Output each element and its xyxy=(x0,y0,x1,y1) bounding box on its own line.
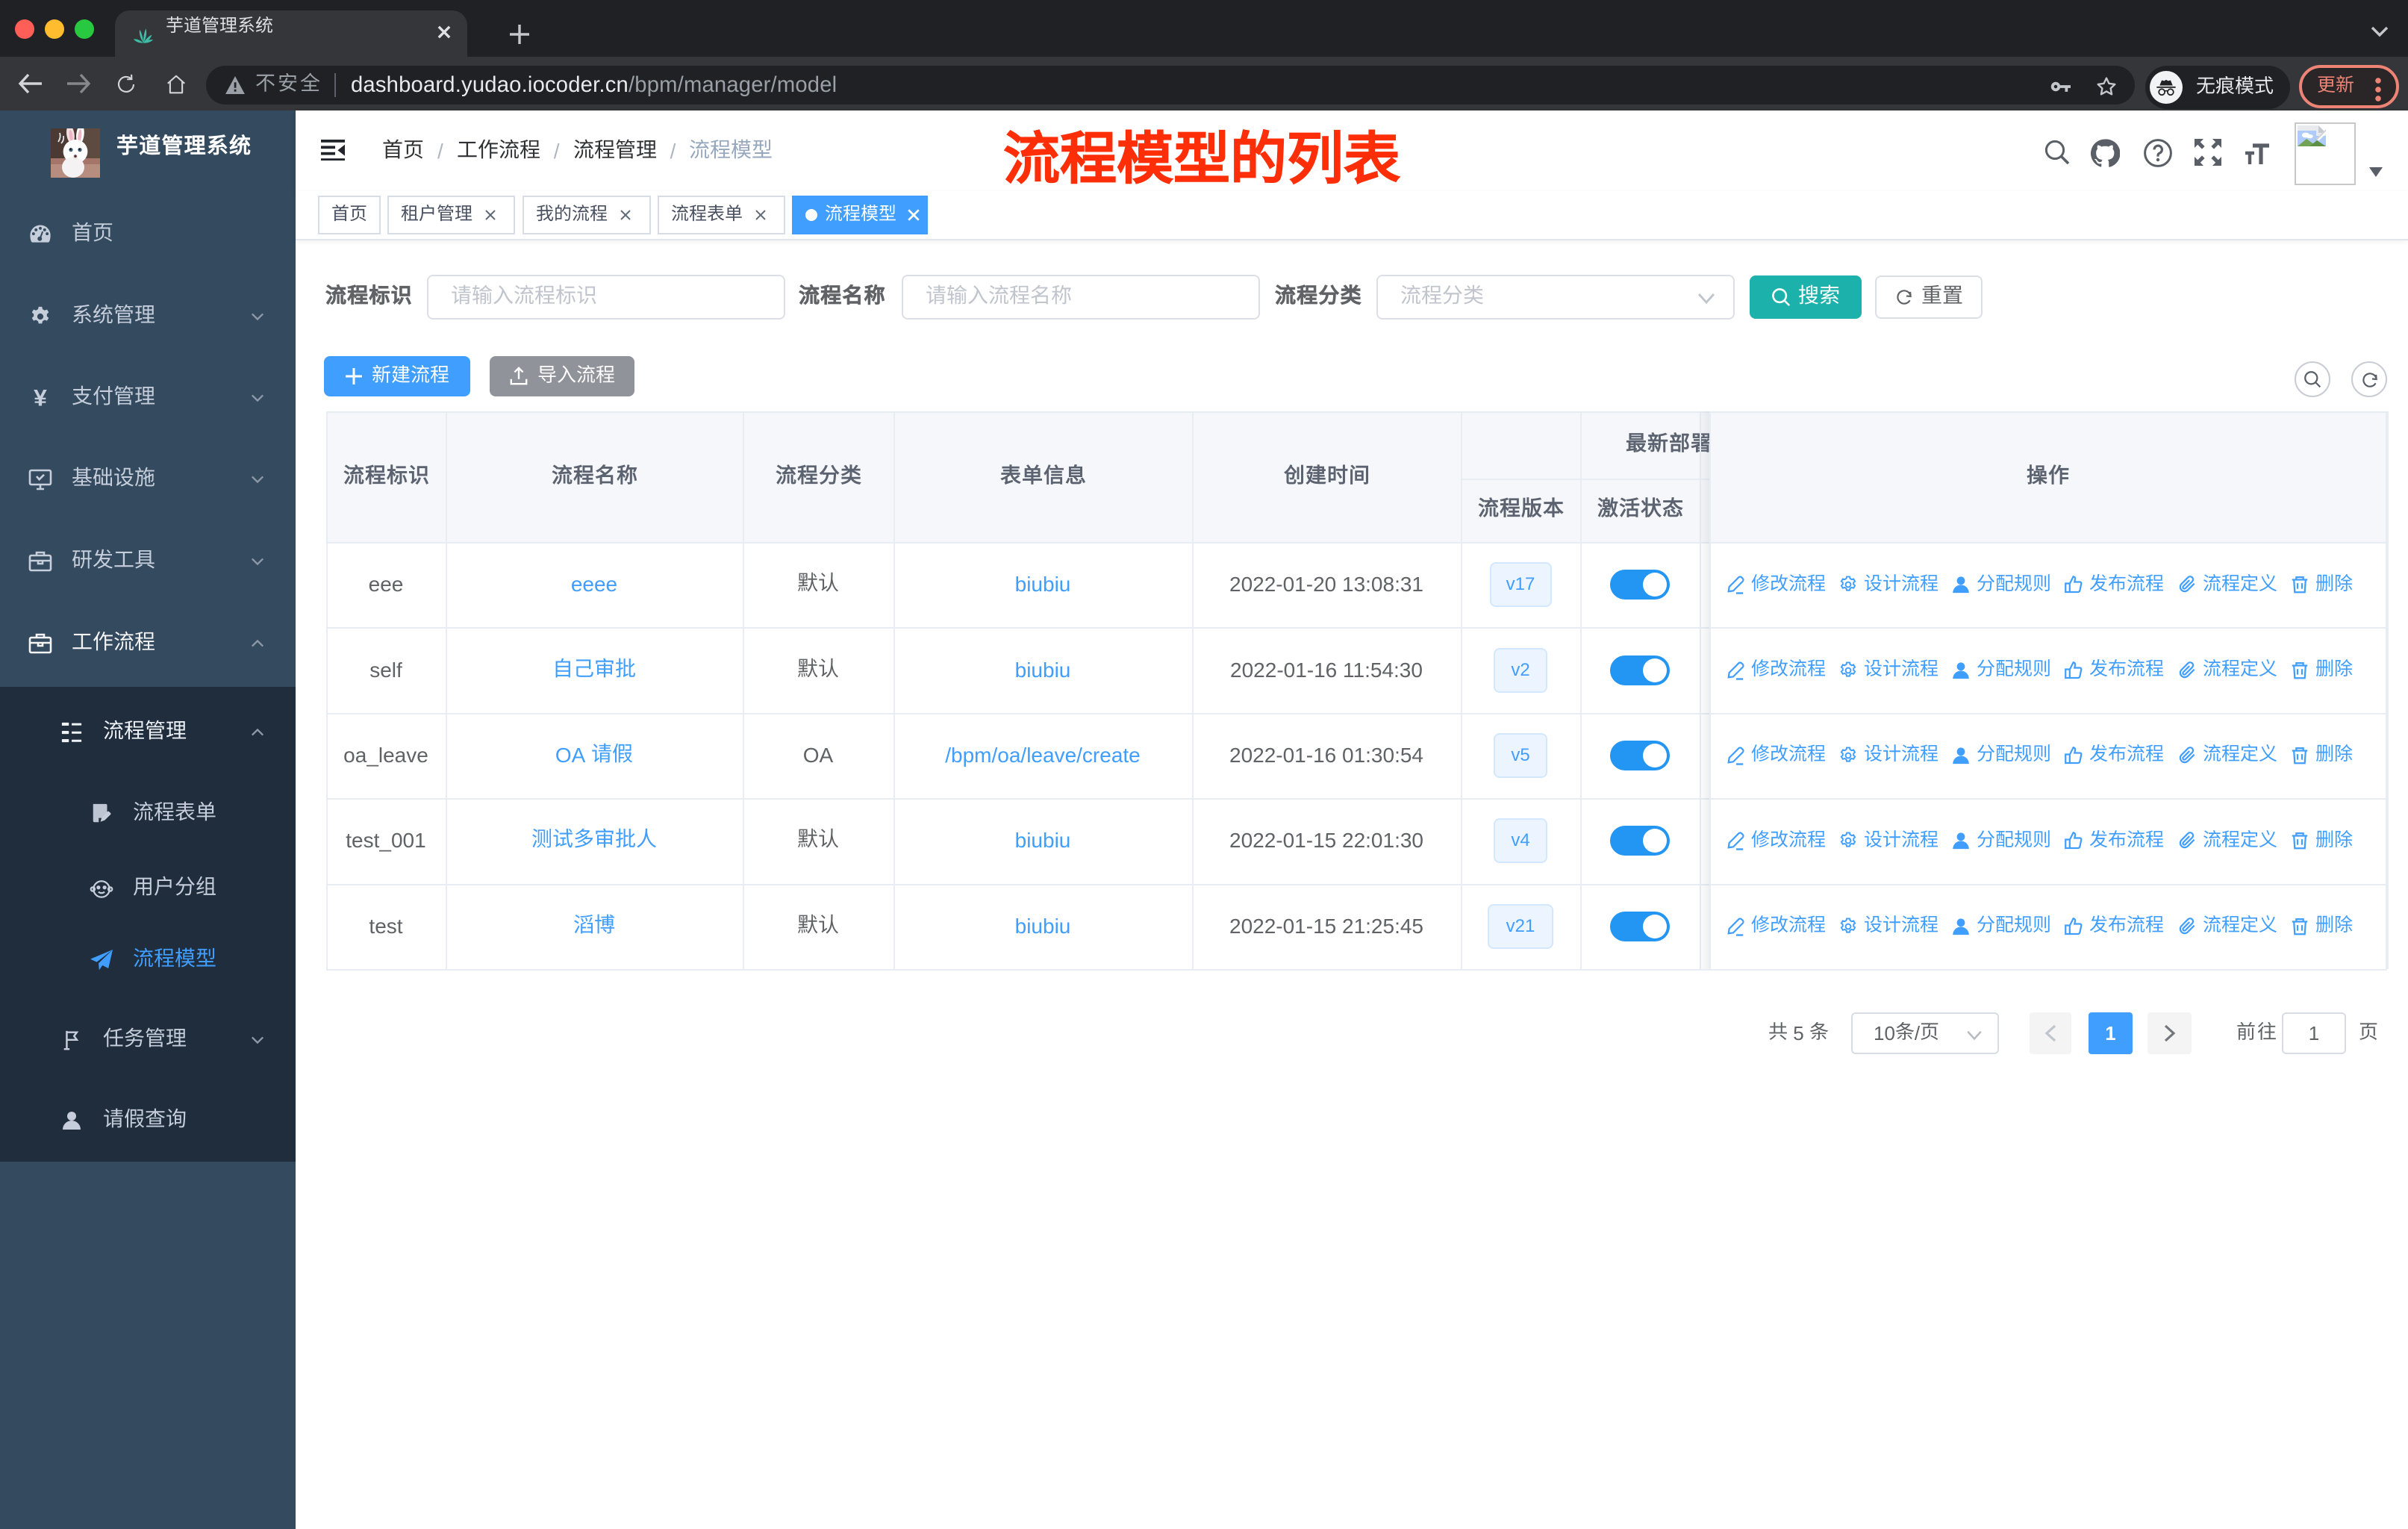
svg-text:¥: ¥ xyxy=(34,387,47,409)
